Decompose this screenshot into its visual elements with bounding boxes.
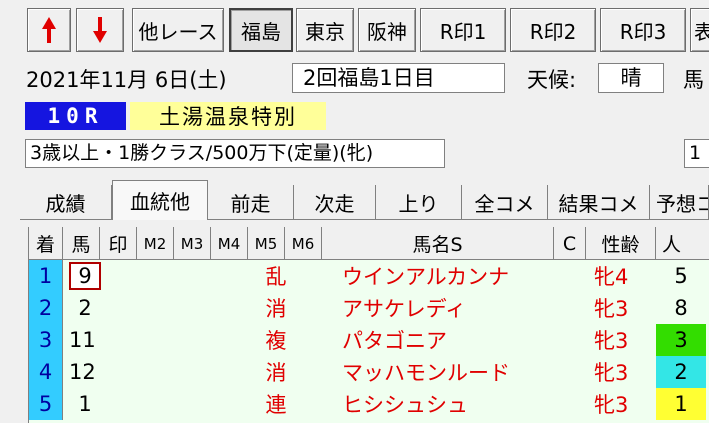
col-horse-name[interactable]: 馬名S — [322, 227, 554, 260]
sex-age: 牝3 — [594, 393, 629, 417]
sex-age: 牝4 — [594, 265, 629, 289]
horse-name: アサケレディ — [342, 297, 467, 321]
race-name: 土湯温泉特別 — [130, 102, 326, 130]
extra-button[interactable]: 表 — [690, 8, 709, 52]
venue-button-fukushima[interactable]: 福島 — [229, 8, 293, 52]
sex-age: 牝3 — [594, 297, 629, 321]
m5-mark: 連 — [265, 393, 287, 417]
col-m4[interactable]: M4 — [211, 227, 248, 260]
horse-number: 1 — [78, 392, 92, 416]
mark-button-1[interactable]: R印1 — [420, 8, 506, 52]
sex-age: 牝3 — [594, 361, 629, 385]
weather-label: 天候: — [527, 68, 577, 92]
popularity: 2 — [656, 356, 706, 388]
up-arrow-icon — [42, 17, 56, 43]
table-row[interactable]: 2 2 消 アサケレディ 牝3 8 — [29, 292, 709, 324]
race-date: 2021年11月 6日(土) — [26, 68, 227, 92]
col-sex-age[interactable]: 性齢 — [586, 227, 656, 260]
sex-age: 牝3 — [594, 329, 629, 353]
horse-number: 9 — [69, 262, 101, 290]
race-number-badge: 10R — [25, 102, 126, 130]
table-header: 着 馬 印 M2 M3 M4 M5 M6 馬名S C 性齢 人 — [29, 227, 709, 260]
tab-pedigree[interactable]: 血統他 — [112, 180, 208, 220]
col-popularity[interactable]: 人 — [656, 227, 709, 260]
finish-position: 2 — [29, 292, 63, 324]
table-row[interactable]: 5 1 連 ヒシシュシュ 牝3 1 — [29, 388, 709, 420]
table-row[interactable]: 3 11 複 パタゴニア 牝3 3 — [29, 324, 709, 356]
horse-number: 11 — [69, 328, 96, 352]
other-race-button[interactable]: 他レース — [132, 8, 224, 52]
finish-position: 3 — [29, 324, 63, 356]
tab-result-comments[interactable]: 結果コメ — [548, 185, 650, 219]
weather-value: 晴 — [598, 63, 664, 93]
up-arrow-button[interactable] — [27, 8, 71, 52]
results-table: 着 馬 印 M2 M3 M4 M5 M6 馬名S C 性齢 人 1 9 乱 ウイ… — [28, 227, 709, 423]
mark-button-3[interactable]: R印3 — [600, 8, 686, 52]
horse-name: ヒシシュシュ — [342, 393, 468, 417]
down-arrow-icon — [93, 17, 107, 43]
m5-mark: 乱 — [265, 265, 287, 289]
track-label: 馬 — [683, 68, 704, 92]
popularity: 8 — [674, 296, 688, 320]
venue-button-tokyo[interactable]: 東京 — [296, 8, 354, 52]
horse-name: パタゴニア — [342, 329, 447, 353]
mark-button-2[interactable]: R印2 — [510, 8, 596, 52]
race-conditions: 3歳以上・1勝クラス/500万下(定量)(牝) — [25, 139, 445, 168]
table-row[interactable]: 1 9 乱 ウインアルカンナ 牝4 5 — [29, 260, 709, 292]
m5-mark: 消 — [265, 361, 287, 385]
col-finish[interactable]: 着 — [29, 227, 63, 260]
tab-bar: 成績 血統他 前走 次走 上り 全コメ 結果コメ 予想コ — [20, 180, 709, 220]
down-arrow-button[interactable] — [76, 8, 124, 52]
tab-all-comments[interactable]: 全コメ — [462, 185, 548, 219]
m5-mark: 複 — [265, 329, 287, 353]
meeting-info: 2回福島1日目 — [292, 63, 505, 93]
finish-position: 5 — [29, 388, 63, 420]
venue-button-hanshin[interactable]: 阪神 — [358, 8, 416, 52]
table-row[interactable]: 4 12 消 マッハモンルード 牝3 2 — [29, 356, 709, 388]
tab-previous-race[interactable]: 前走 — [208, 185, 294, 219]
m5-mark: 消 — [265, 297, 287, 321]
popularity: 1 — [656, 388, 706, 420]
horse-name: ウインアルカンナ — [342, 265, 510, 289]
popularity: 3 — [656, 324, 706, 356]
col-m3[interactable]: M3 — [174, 227, 211, 260]
tab-prediction-comments[interactable]: 予想コ — [650, 185, 709, 219]
tab-results[interactable]: 成績 — [20, 185, 112, 219]
toolbar: 他レース 福島 東京 阪神 R印1 R印2 R印3 表 — [0, 0, 709, 58]
race-date-line: 2021年11月 6日(土) 2回福島1日目 天候: 晴 馬 — [0, 60, 709, 96]
col-m5[interactable]: M5 — [248, 227, 285, 260]
finish-position: 1 — [29, 260, 63, 292]
horse-number: 12 — [69, 360, 96, 384]
race-conditions-extra: 1 — [684, 139, 709, 168]
tab-next-race[interactable]: 次走 — [294, 185, 376, 219]
tab-last-3f[interactable]: 上り — [376, 185, 462, 219]
col-horse-number[interactable]: 馬 — [63, 227, 100, 260]
finish-position: 4 — [29, 356, 63, 388]
horse-number: 2 — [78, 296, 92, 320]
col-m2[interactable]: M2 — [137, 227, 174, 260]
horse-name: マッハモンルード — [342, 361, 510, 385]
col-mark[interactable]: 印 — [100, 227, 137, 260]
col-m6[interactable]: M6 — [285, 227, 322, 260]
popularity: 5 — [674, 264, 688, 288]
col-c[interactable]: C — [554, 227, 586, 260]
